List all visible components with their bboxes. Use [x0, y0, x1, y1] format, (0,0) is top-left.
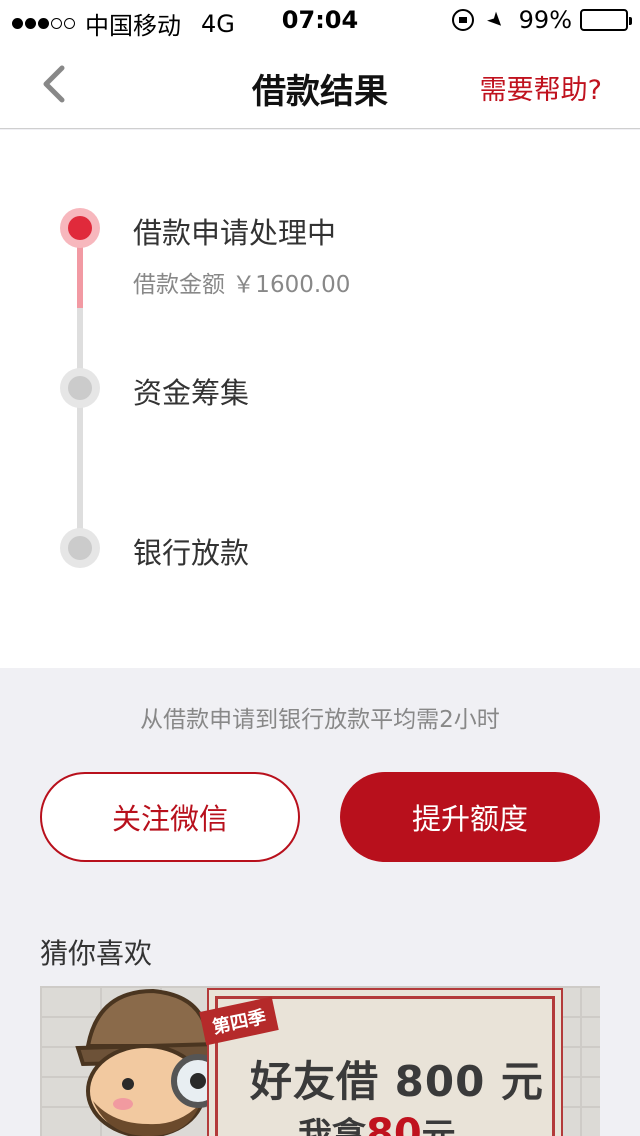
step-node-fundraising: [60, 368, 100, 408]
location-arrow-icon: ➤: [481, 5, 511, 35]
banner-sub-amount: 80: [366, 1111, 422, 1136]
status-right: ➤ 99%: [451, 5, 632, 35]
status-bar: 中国移动 4G 07:04 ➤ 99%: [0, 0, 640, 40]
recommend-title: 猜你喜欢: [40, 937, 153, 970]
loan-amount: 借款金额 ￥1600.00: [133, 272, 351, 298]
banner-headline: 好友借 800 元: [250, 1057, 544, 1106]
loan-progress-timeline: 借款申请处理中 借款金额 ￥1600.00 资金筹集 银行放款: [0, 130, 640, 668]
average-time-hint: 从借款申请到银行放款平均需2小时: [140, 707, 500, 733]
raise-limit-button[interactable]: 提升额度: [340, 772, 600, 862]
follow-wechat-button[interactable]: 关注微信: [40, 772, 300, 862]
promo-banner[interactable]: 第四季 好友借 800 元 我拿80元: [40, 986, 600, 1136]
step-label-disbursement: 银行放款: [133, 536, 250, 570]
help-link[interactable]: 需要帮助?: [480, 68, 602, 107]
step-node-processing: [60, 208, 100, 248]
banner-sub-prefix: 我拿: [298, 1116, 366, 1136]
step-label-fundraising: 资金筹集: [133, 376, 250, 410]
banner-sub-suffix: 元: [421, 1116, 456, 1136]
battery-icon: [580, 9, 632, 31]
banner-subline: 我拿80元: [298, 1108, 456, 1136]
step-label-processing: 借款申请处理中: [133, 216, 337, 250]
nav-bar: 借款结果 需要帮助?: [0, 40, 640, 129]
battery-percent: 99%: [518, 6, 572, 34]
step-node-disbursement: [60, 528, 100, 568]
rotation-lock-icon: [451, 9, 474, 31]
